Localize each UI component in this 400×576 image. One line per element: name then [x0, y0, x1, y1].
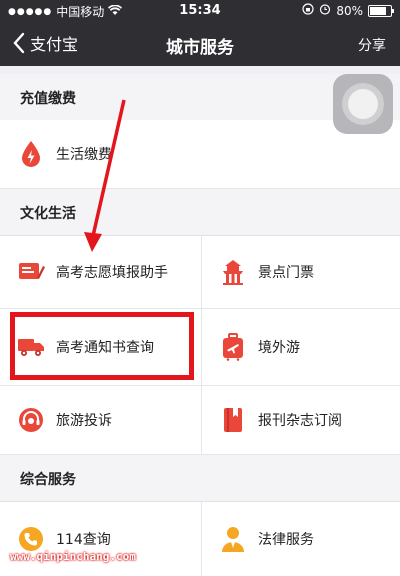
service-label: 114查询 — [56, 532, 111, 548]
service-item-legal-service[interactable]: 法律服务 — [201, 502, 400, 576]
assistive-ring-inner — [348, 89, 378, 119]
battery-level — [370, 6, 386, 15]
annotation-highlight-box — [10, 312, 194, 380]
section-title: 充值缴费 — [20, 91, 76, 107]
form-pen-icon — [16, 257, 46, 287]
service-label: 景点门票 — [258, 265, 314, 281]
temple-icon — [218, 257, 248, 287]
service-item-114-query[interactable]: 114查询 — [0, 502, 200, 576]
section-header-general: 综合服务 — [0, 455, 400, 502]
row-culture-3: 旅游投诉 报刊杂志订阅 — [0, 386, 400, 455]
row-general-1: 114查询 法律服务 — [0, 502, 400, 576]
service-label: 生活缴费 — [56, 147, 112, 163]
battery-icon — [368, 4, 394, 17]
service-label: 境外游 — [258, 340, 300, 356]
service-label: 报刊杂志订阅 — [258, 413, 342, 429]
service-item-overseas-travel[interactable]: 境外游 — [201, 309, 400, 385]
service-label: 法律服务 — [258, 532, 314, 548]
share-button[interactable]: 分享 — [358, 35, 386, 55]
section-title: 文化生活 — [20, 206, 76, 222]
status-right: 80% — [302, 3, 394, 18]
service-item-travel-complaint[interactable]: 旅游投诉 — [0, 386, 200, 454]
lock-rotation-icon — [302, 3, 314, 18]
service-item-newspaper-subscription[interactable]: 报刊杂志订阅 — [201, 386, 400, 454]
drop-lightning-icon — [16, 139, 46, 169]
assistive-touch-button[interactable] — [333, 74, 393, 134]
lawyer-icon — [218, 524, 248, 554]
battery-percent: 80% — [336, 3, 363, 18]
row-culture-1: 高考志愿填报助手 景点门票 — [0, 236, 400, 309]
service-label: 旅游投诉 — [56, 413, 112, 429]
page-title: 城市服务 — [166, 38, 234, 58]
book-icon — [218, 405, 248, 435]
service-item-scenic-tickets[interactable]: 景点门票 — [201, 236, 400, 308]
status-bar: ●●●●● 中国移动 15:34 80% — [0, 0, 400, 22]
section-header-culture: 文化生活 — [0, 189, 400, 236]
service-item-gaokao-volunteer[interactable]: 高考志愿填报助手 — [0, 236, 200, 308]
service-label: 高考志愿填报助手 — [56, 265, 168, 281]
section-title: 综合服务 — [20, 472, 76, 488]
luggage-plane-icon — [218, 332, 248, 362]
headset-icon — [16, 405, 46, 435]
navigation-bar: 支付宝 城市服务 分享 — [0, 22, 400, 66]
alarm-icon — [319, 3, 331, 18]
watermark-text: www.qinpinchang.com — [10, 550, 136, 563]
